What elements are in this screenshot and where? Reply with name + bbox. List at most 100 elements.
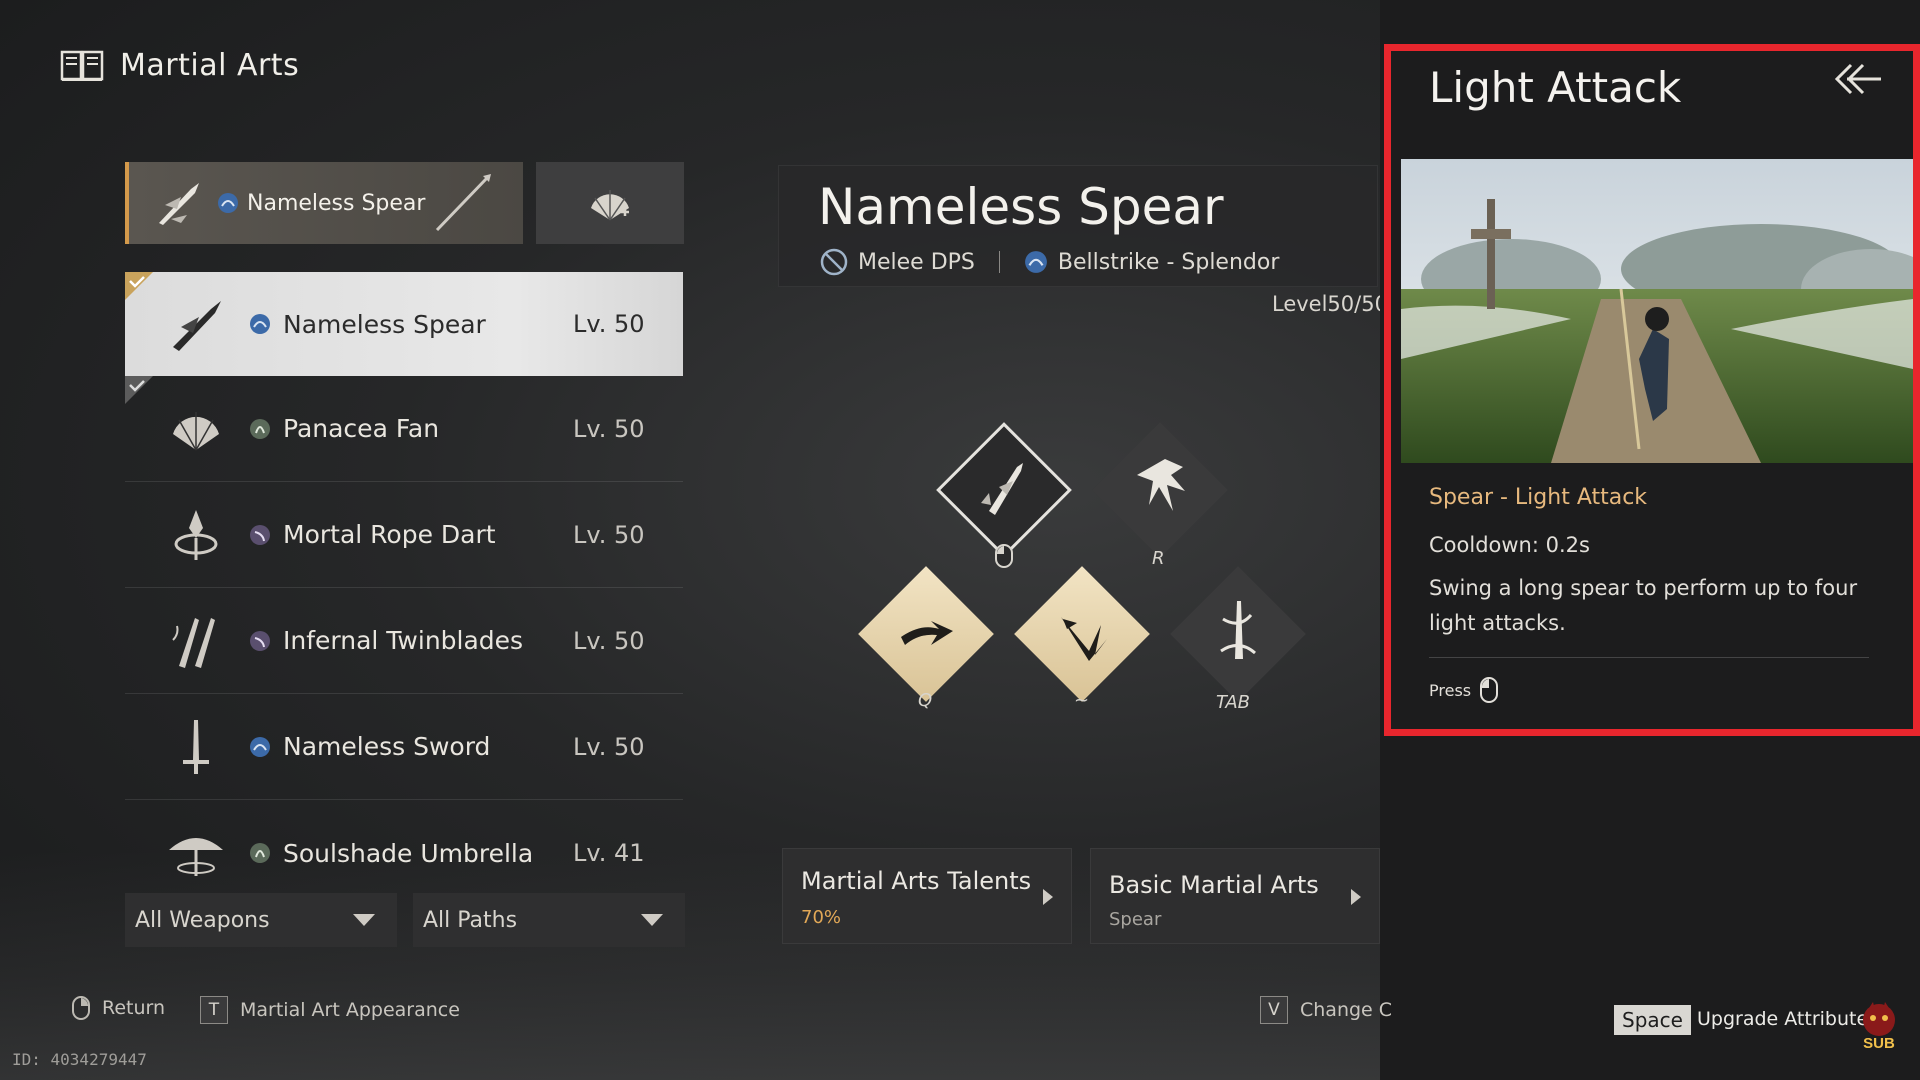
weapon-row-mortal-rope-dart[interactable]: Mortal Rope Dart Lv. 50 xyxy=(125,482,683,588)
weapon-level: Lv. 50 xyxy=(573,626,645,655)
skill-detail-subtitle: Spear - Light Attack xyxy=(1429,485,1648,510)
chevron-right-icon xyxy=(1351,889,1361,905)
footer-change[interactable]: V Change C xyxy=(1260,996,1392,1024)
weapon-role: Melee DPS xyxy=(858,249,975,275)
weapon-name: Nameless Sword xyxy=(283,732,491,761)
paths-filter-label: All Paths xyxy=(423,907,518,933)
mouse-left-icon xyxy=(995,544,1013,568)
skill-key-label: ~ xyxy=(1074,690,1090,711)
weapon-meta: Melee DPS Bellstrike - Splendor xyxy=(820,248,1279,276)
umbrella-icon xyxy=(161,818,231,888)
path-icon xyxy=(1024,251,1047,273)
check-icon xyxy=(125,376,153,404)
equipped-primary-label: Nameless Spear xyxy=(247,190,426,216)
card-title: Basic Martial Arts xyxy=(1109,871,1319,899)
path-icon xyxy=(250,418,270,439)
weapon-title: Nameless Spear xyxy=(818,178,1224,236)
change-label: Change C xyxy=(1300,999,1393,1021)
path-icon xyxy=(250,843,270,863)
chevron-down-icon xyxy=(641,914,663,926)
skill-key-label: TAB xyxy=(1216,692,1251,713)
channel-watermark-logo: SUB xyxy=(1863,1002,1895,1052)
keycap: V xyxy=(1260,996,1288,1024)
skill-q-icon xyxy=(901,621,953,645)
weapons-filter-dropdown[interactable]: All Weapons xyxy=(125,893,397,947)
fan-icon xyxy=(161,394,231,464)
spear-silhouette-icon xyxy=(435,174,491,232)
skill-preview-image xyxy=(1401,159,1913,463)
rope-dart-icon xyxy=(161,500,231,570)
watermark-text: SUB xyxy=(1863,1035,1895,1052)
fan-icon xyxy=(591,190,629,221)
mouse-left-icon xyxy=(1480,677,1499,703)
upgrade-attributes-button[interactable]: Upgrade Attributes xyxy=(1697,1008,1878,1030)
spear-icon xyxy=(161,289,231,359)
weapon-row-nameless-spear[interactable]: Nameless Spear Lv. 50 xyxy=(125,272,683,376)
spear-icon xyxy=(159,183,199,225)
weapon-level: Lv. 50 xyxy=(573,520,645,549)
space-keycap: Space xyxy=(1614,1005,1691,1035)
weapon-level: Lv. 50 xyxy=(573,414,645,443)
divider xyxy=(998,251,1000,273)
weapon-row-soulshade-umbrella[interactable]: Soulshade Umbrella Lv. 41 xyxy=(125,800,683,906)
footer-return[interactable]: Return xyxy=(72,996,165,1020)
path-icon xyxy=(250,736,270,757)
weapon-name: Soulshade Umbrella xyxy=(283,838,534,868)
weapon-path: Bellstrike - Splendor xyxy=(1057,249,1280,275)
weapons-filter-label: All Weapons xyxy=(135,907,270,933)
path-icon xyxy=(250,524,270,545)
chevron-right-icon xyxy=(1043,889,1053,905)
divider xyxy=(1429,657,1869,658)
basic-martial-arts-card[interactable]: Basic Martial Arts Spear xyxy=(1090,848,1380,944)
weapon-name: Nameless Spear xyxy=(283,309,486,339)
melee-dps-icon xyxy=(820,248,848,276)
weapon-level-readout: Level50/50 xyxy=(1272,292,1388,316)
card-subtitle: 70% xyxy=(801,907,842,928)
skill-key-label: R xyxy=(1152,548,1165,569)
check-icon xyxy=(125,272,153,300)
path-icon xyxy=(250,314,270,334)
mouse-right-icon xyxy=(72,996,90,1020)
skill-key-label: Q xyxy=(918,690,933,711)
weapon-name: Infernal Twinblades xyxy=(283,626,524,655)
card-subtitle: Spear xyxy=(1109,909,1162,930)
filter-bar: All Weapons All Paths xyxy=(125,893,685,947)
skill-cooldown: Cooldown: 0.2s xyxy=(1429,533,1590,557)
id-text: ID: 4034279447 xyxy=(12,1050,147,1069)
weapon-name: Mortal Rope Dart xyxy=(283,520,496,549)
path-icon xyxy=(250,630,270,651)
skill-description: Swing a long spear to perform up to four… xyxy=(1429,576,1858,635)
light-attack-spear-icon xyxy=(981,463,1023,515)
weapon-row-infernal-twinblades[interactable]: Infernal Twinblades Lv. 50 xyxy=(125,588,683,694)
equipped-primary-slot[interactable]: Nameless Spear xyxy=(125,162,523,244)
weapon-level: Lv. 41 xyxy=(573,839,645,867)
sword-icon xyxy=(161,712,231,782)
skill-tab-icon xyxy=(1220,601,1256,659)
weapon-level: Lv. 50 xyxy=(573,732,645,761)
martial-arts-talents-card[interactable]: Martial Arts Talents 70% xyxy=(782,848,1072,944)
weapon-row-panacea-fan[interactable]: Panacea Fan Lv. 50 xyxy=(125,376,683,482)
equipped-secondary-slot[interactable] xyxy=(536,162,684,244)
weapon-row-nameless-sword[interactable]: Nameless Sword Lv. 50 xyxy=(125,694,683,800)
card-title: Martial Arts Talents xyxy=(801,867,1032,895)
paths-filter-dropdown[interactable]: All Paths xyxy=(413,893,685,947)
weapon-name: Panacea Fan xyxy=(283,414,440,443)
footer-martial-art-appearance[interactable]: T Martial Art Appearance xyxy=(200,996,460,1024)
book-icon xyxy=(60,50,104,81)
appearance-label: Martial Art Appearance xyxy=(240,999,460,1021)
chevron-down-icon xyxy=(353,914,375,926)
page-header: Martial Arts xyxy=(60,48,299,83)
skill-detail-title: Light Attack xyxy=(1429,63,1682,112)
skill-detail-panel: Light Attack Spear - Light Attack Cooldo… xyxy=(1384,44,1920,736)
press-label: Press xyxy=(1429,680,1472,700)
back-arrow-icon[interactable] xyxy=(1829,59,1885,107)
twinblades-icon xyxy=(161,606,231,676)
page-title: Martial Arts xyxy=(120,48,300,83)
skill-r-icon xyxy=(1137,459,1185,511)
weapon-level: Lv. 50 xyxy=(573,310,645,338)
press-hint: Press xyxy=(1429,677,1499,703)
skill-tilde-icon xyxy=(1061,617,1107,661)
path-icon xyxy=(218,193,238,213)
weapon-list: Nameless Spear Lv. 50 Panacea Fan Lv. 50… xyxy=(125,272,683,906)
return-label: Return xyxy=(102,997,166,1019)
